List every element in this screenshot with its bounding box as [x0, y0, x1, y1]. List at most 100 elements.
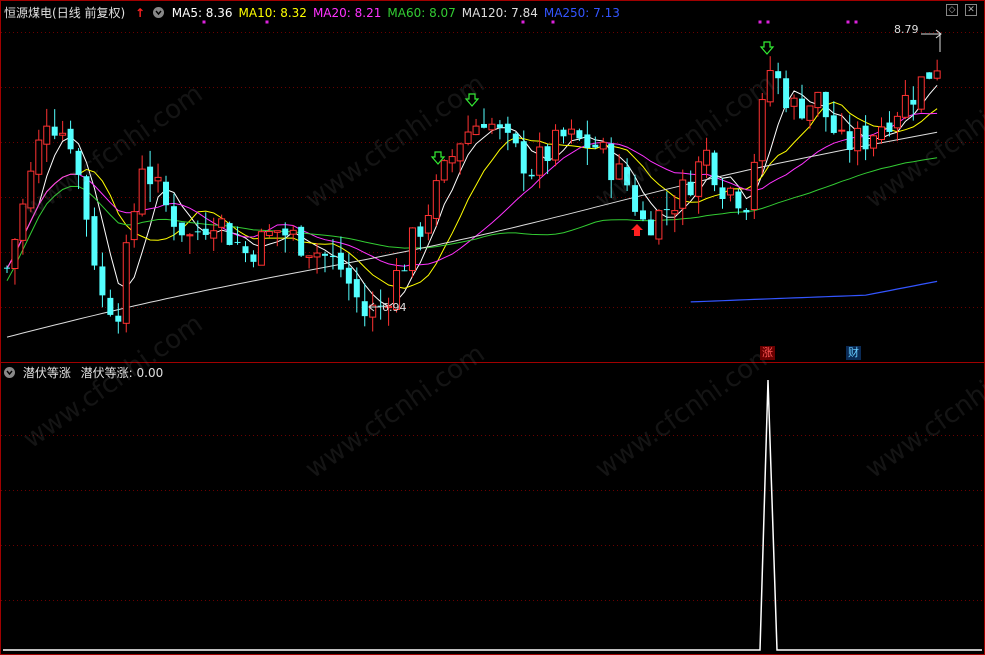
candle-body: [838, 129, 846, 132]
candle-body: [472, 125, 480, 136]
outer-border: [0, 0, 985, 655]
candle-body: [115, 315, 122, 322]
marker-dot: [758, 20, 762, 24]
candle-body: [456, 143, 464, 162]
ma-legend-item: MA120: 7.84: [461, 6, 538, 20]
candle-body: [806, 105, 814, 121]
candle-body: [194, 231, 201, 233]
candle-body: [592, 144, 599, 148]
candle-body: [695, 161, 703, 197]
candle-body: [282, 228, 289, 236]
candle-body: [567, 128, 575, 135]
candle-body: [576, 130, 583, 139]
ma-legend-item: MA60: 8.07: [387, 6, 456, 20]
candle-body: [520, 141, 527, 174]
candle-body: [901, 94, 909, 118]
candle-body: [528, 174, 535, 177]
marker-dot: [766, 20, 770, 24]
candle-body: [440, 160, 448, 181]
ma120-line: [6, 131, 938, 338]
indicator-header: 潜伏等涨 潜伏等涨: 0.00: [4, 364, 163, 382]
candle-body: [893, 115, 901, 129]
candle-body: [35, 139, 43, 175]
candle-body: [59, 132, 67, 136]
up-arrow-icon: ↑: [135, 6, 146, 20]
candle-body: [464, 131, 472, 144]
candle-body: [234, 241, 241, 243]
main-chart-header: 恒源煤电(日线 前复权) ↑ MA5: 8.36 MA10: 8.32 MA20: …: [4, 4, 626, 22]
close-chart-button[interactable]: ✕: [965, 4, 977, 16]
toggle-ma-button[interactable]: [152, 7, 164, 18]
grid-lines: [0, 0, 985, 655]
candle-body: [504, 123, 511, 133]
ma250-line: [690, 280, 938, 303]
candle-body: [178, 222, 185, 236]
candle-body: [202, 228, 209, 235]
candle-body: [218, 218, 226, 228]
candle-body: [726, 187, 734, 196]
toggle-indicator-button[interactable]: [4, 367, 15, 378]
candle-body: [448, 156, 456, 164]
candle-body: [329, 255, 336, 258]
candle-body: [265, 231, 273, 236]
candle-body: [640, 210, 646, 220]
candle-body: [687, 181, 694, 196]
candle-body: [663, 209, 670, 211]
candle-body: [273, 230, 281, 233]
indicator-name[interactable]: 潜伏等涨: [23, 364, 71, 382]
candle-body: [560, 129, 567, 137]
candle-body: [926, 72, 933, 79]
candle-body: [671, 210, 679, 215]
candle-body: [783, 78, 790, 109]
candle-body: [401, 270, 408, 272]
candle-body: [814, 91, 822, 109]
candle-body: [917, 76, 925, 110]
candle-body: [552, 129, 560, 161]
candle-body: [122, 242, 130, 324]
candle-body: [735, 191, 742, 209]
candle-body: [488, 123, 496, 131]
candle-body: [186, 234, 194, 237]
candle-body: [743, 209, 750, 213]
candle-body: [750, 161, 758, 211]
candle-body: [289, 229, 297, 235]
signal-arrows: [202, 20, 942, 312]
sell-signal-arrow-icon: [759, 41, 775, 55]
ma-legend-item: MA5: 8.36: [171, 6, 233, 20]
event-badge[interactable]: 财: [846, 346, 861, 360]
candle-body: [4, 267, 10, 269]
candle-body: [210, 230, 218, 239]
candle-body: [790, 97, 798, 107]
candle-body: [870, 135, 878, 149]
candle-body: [799, 98, 805, 119]
candle-body: [226, 223, 233, 245]
high-price-label: 8.79: [894, 23, 919, 36]
stock-name: 恒源煤电: [4, 6, 53, 20]
candle-body: [313, 252, 321, 258]
candle-body: [91, 216, 98, 266]
event-badge[interactable]: 涨: [760, 346, 775, 360]
marker-dot: [846, 20, 850, 24]
ma-legend-item: MA250: 7.13: [543, 6, 620, 20]
candle-body: [647, 219, 654, 236]
candle-body: [719, 187, 726, 200]
buy-signal-arrow-icon: [631, 224, 643, 236]
candle-body: [822, 91, 829, 118]
candle-body: [408, 227, 416, 272]
candle-body: [481, 124, 487, 128]
candle-body: [584, 134, 591, 149]
candle-body: [830, 115, 837, 133]
chart-settings-button[interactable]: ◇: [946, 4, 958, 16]
candle-body: [51, 126, 58, 136]
indicator-plot: [3, 379, 982, 651]
indicator-series-line: [3, 379, 982, 651]
candle-body: [242, 246, 249, 254]
candle-body: [432, 180, 440, 219]
candle-body: [138, 168, 146, 215]
candle-body: [758, 99, 766, 162]
candle-body: [154, 176, 162, 182]
candle-body: [886, 122, 893, 132]
ma-legend-item: MA10: 8.32: [238, 6, 307, 20]
chart-canvas[interactable]: [0, 0, 985, 655]
ma-legend-item: MA20: 8.21: [312, 6, 382, 20]
